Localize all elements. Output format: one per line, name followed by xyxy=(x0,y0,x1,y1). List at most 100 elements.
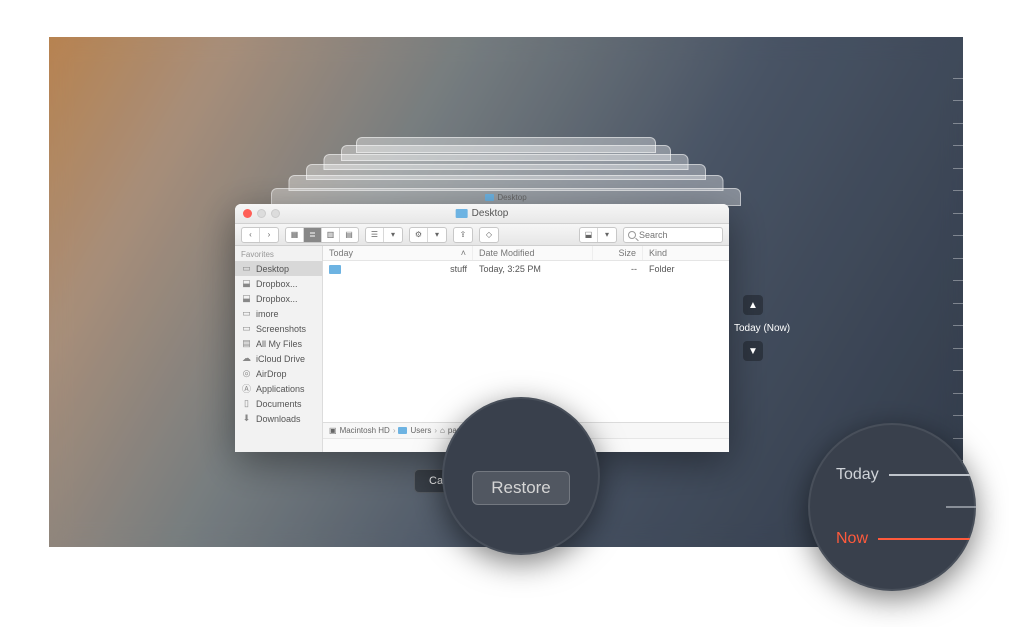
sidebar-item-desktop[interactable]: ▭ Desktop xyxy=(235,261,322,276)
timeline-mid-row xyxy=(836,506,976,508)
sidebar: Favorites ▭ Desktop ⬓ Dropbox... ⬓ Dropbox.… xyxy=(235,246,323,452)
action-menu[interactable]: ⚙ ▾ xyxy=(409,227,447,243)
chevron-down-icon: ▾ xyxy=(598,228,616,242)
dropbox-menu[interactable]: ⬓ ▾ xyxy=(579,227,617,243)
forward-button[interactable]: › xyxy=(260,228,278,242)
zoom-button[interactable] xyxy=(271,209,280,218)
folder-icon: ▭ xyxy=(241,323,252,334)
folder-icon xyxy=(456,209,468,218)
today-label: Today xyxy=(836,466,879,484)
folder-icon xyxy=(485,194,494,201)
timeline-now-row[interactable]: Now xyxy=(836,530,976,548)
dropbox-icon: ⬓ xyxy=(580,228,598,242)
table-row[interactable]: stuff Today, 3:25 PM -- Folder xyxy=(323,261,729,277)
ghost-title: Desktop xyxy=(497,193,526,202)
traffic-lights xyxy=(243,209,280,218)
sidebar-item-dropbox[interactable]: ⬓ Dropbox... xyxy=(235,276,322,291)
sidebar-item-label: Applications xyxy=(256,384,305,394)
sidebar-item-label: Screenshots xyxy=(256,324,306,334)
dropbox-icon: ⬓ xyxy=(241,278,252,289)
file-modified: Today, 3:25 PM xyxy=(473,263,593,275)
sidebar-item-dropbox[interactable]: ⬓ Dropbox... xyxy=(235,291,322,306)
tags-button[interactable]: ◇ xyxy=(479,227,499,243)
view-switcher: ▦ ≣ ▥ ▤ xyxy=(285,227,359,243)
titlebar[interactable]: Desktop xyxy=(235,204,729,224)
timeline-up-button[interactable]: ▲ xyxy=(743,295,763,315)
timeline-today-row[interactable]: Today xyxy=(836,466,976,484)
sidebar-item-all-my-files[interactable]: ▤ All My Files xyxy=(235,336,322,351)
window-title: Desktop xyxy=(456,208,509,219)
desktop-icon: ▭ xyxy=(241,263,252,274)
chevron-down-icon: ▾ xyxy=(384,228,402,242)
column-modified[interactable]: Date Modified xyxy=(473,246,593,260)
nav-back-forward: ‹ › xyxy=(241,227,279,243)
magnifier-timeline: Today Now xyxy=(808,423,976,591)
restore-label: Restore xyxy=(491,478,551,497)
all-files-icon: ▤ xyxy=(241,338,252,349)
path-segment[interactable]: Macintosh HD xyxy=(340,426,390,435)
sidebar-item-airdrop[interactable]: ◎ AirDrop xyxy=(235,366,322,381)
arrange-menu[interactable]: ☰ ▾ xyxy=(365,227,403,243)
sidebar-item-applications[interactable]: Ⓐ Applications xyxy=(235,381,322,396)
back-button[interactable]: ‹ xyxy=(242,228,260,242)
sidebar-item-imore[interactable]: ▭ imore xyxy=(235,306,322,321)
toolbar: ‹ › ▦ ≣ ▥ ▤ ☰ ▾ ⚙ ▾ ⇪ ◇ xyxy=(235,224,729,246)
column-name[interactable]: Today˄ xyxy=(323,246,473,260)
file-kind: Folder xyxy=(643,263,729,275)
sidebar-item-downloads[interactable]: ⬇ Downloads xyxy=(235,411,322,426)
timeline-down-button[interactable]: ▼ xyxy=(743,341,763,361)
column-headers: Today˄ Date Modified Size Kind xyxy=(323,246,729,261)
file-name: stuff xyxy=(450,264,467,274)
airdrop-icon: ◎ xyxy=(241,368,252,379)
column-kind[interactable]: Kind xyxy=(643,246,729,260)
sidebar-item-label: Dropbox... xyxy=(256,279,298,289)
close-button[interactable] xyxy=(243,209,252,218)
path-segment[interactable]: Users xyxy=(410,426,431,435)
sidebar-item-label: imore xyxy=(256,309,279,319)
sidebar-item-screenshots[interactable]: ▭ Screenshots xyxy=(235,321,322,336)
restore-button[interactable]: Restore xyxy=(472,471,570,505)
sidebar-section-header: Favorites xyxy=(235,246,322,261)
search-icon xyxy=(628,231,636,239)
magnifier-restore: Restore xyxy=(442,397,600,555)
column-size[interactable]: Size xyxy=(593,246,643,260)
sidebar-item-label: Desktop xyxy=(256,264,289,274)
column-view-button[interactable]: ▥ xyxy=(322,228,340,242)
folder-icon: ▭ xyxy=(241,308,252,319)
arrange-icon: ☰ xyxy=(366,228,384,242)
sidebar-item-documents[interactable]: ▯ Documents xyxy=(235,396,322,411)
file-name-cell: stuff xyxy=(323,263,473,275)
coverflow-view-button[interactable]: ▤ xyxy=(340,228,358,242)
sidebar-item-label: iCloud Drive xyxy=(256,354,305,364)
sidebar-item-label: All My Files xyxy=(256,339,302,349)
documents-icon: ▯ xyxy=(241,398,252,409)
minimize-button[interactable] xyxy=(257,209,266,218)
sidebar-item-label: Dropbox... xyxy=(256,294,298,304)
sidebar-item-label: Documents xyxy=(256,399,302,409)
tags-icon: ◇ xyxy=(480,228,498,242)
file-size: -- xyxy=(593,263,643,275)
search-input[interactable] xyxy=(639,230,709,240)
downloads-icon: ⬇ xyxy=(241,413,252,424)
search-field[interactable] xyxy=(623,227,723,243)
tick-line xyxy=(878,538,976,540)
dropbox-icon: ⬓ xyxy=(241,293,252,304)
sidebar-item-label: Downloads xyxy=(256,414,301,424)
chevron-down-icon: ▼ xyxy=(748,346,758,357)
sidebar-item-label: AirDrop xyxy=(256,369,287,379)
sidebar-item-icloud[interactable]: ☁ iCloud Drive xyxy=(235,351,322,366)
icloud-icon: ☁ xyxy=(241,353,252,364)
chevron-up-icon: ▲ xyxy=(748,300,758,311)
share-button[interactable]: ⇪ xyxy=(453,227,473,243)
chevron-down-icon: ▾ xyxy=(428,228,446,242)
icon-view-button[interactable]: ▦ xyxy=(286,228,304,242)
list-view-button[interactable]: ≣ xyxy=(304,228,322,242)
share-icon: ⇪ xyxy=(454,228,472,242)
gear-icon: ⚙ xyxy=(410,228,428,242)
tick-line xyxy=(889,474,976,476)
window-title-text: Desktop xyxy=(472,208,509,219)
apps-icon: Ⓐ xyxy=(241,383,252,394)
folder-icon xyxy=(398,427,407,434)
folder-icon xyxy=(329,265,341,274)
tick-line xyxy=(946,506,976,508)
